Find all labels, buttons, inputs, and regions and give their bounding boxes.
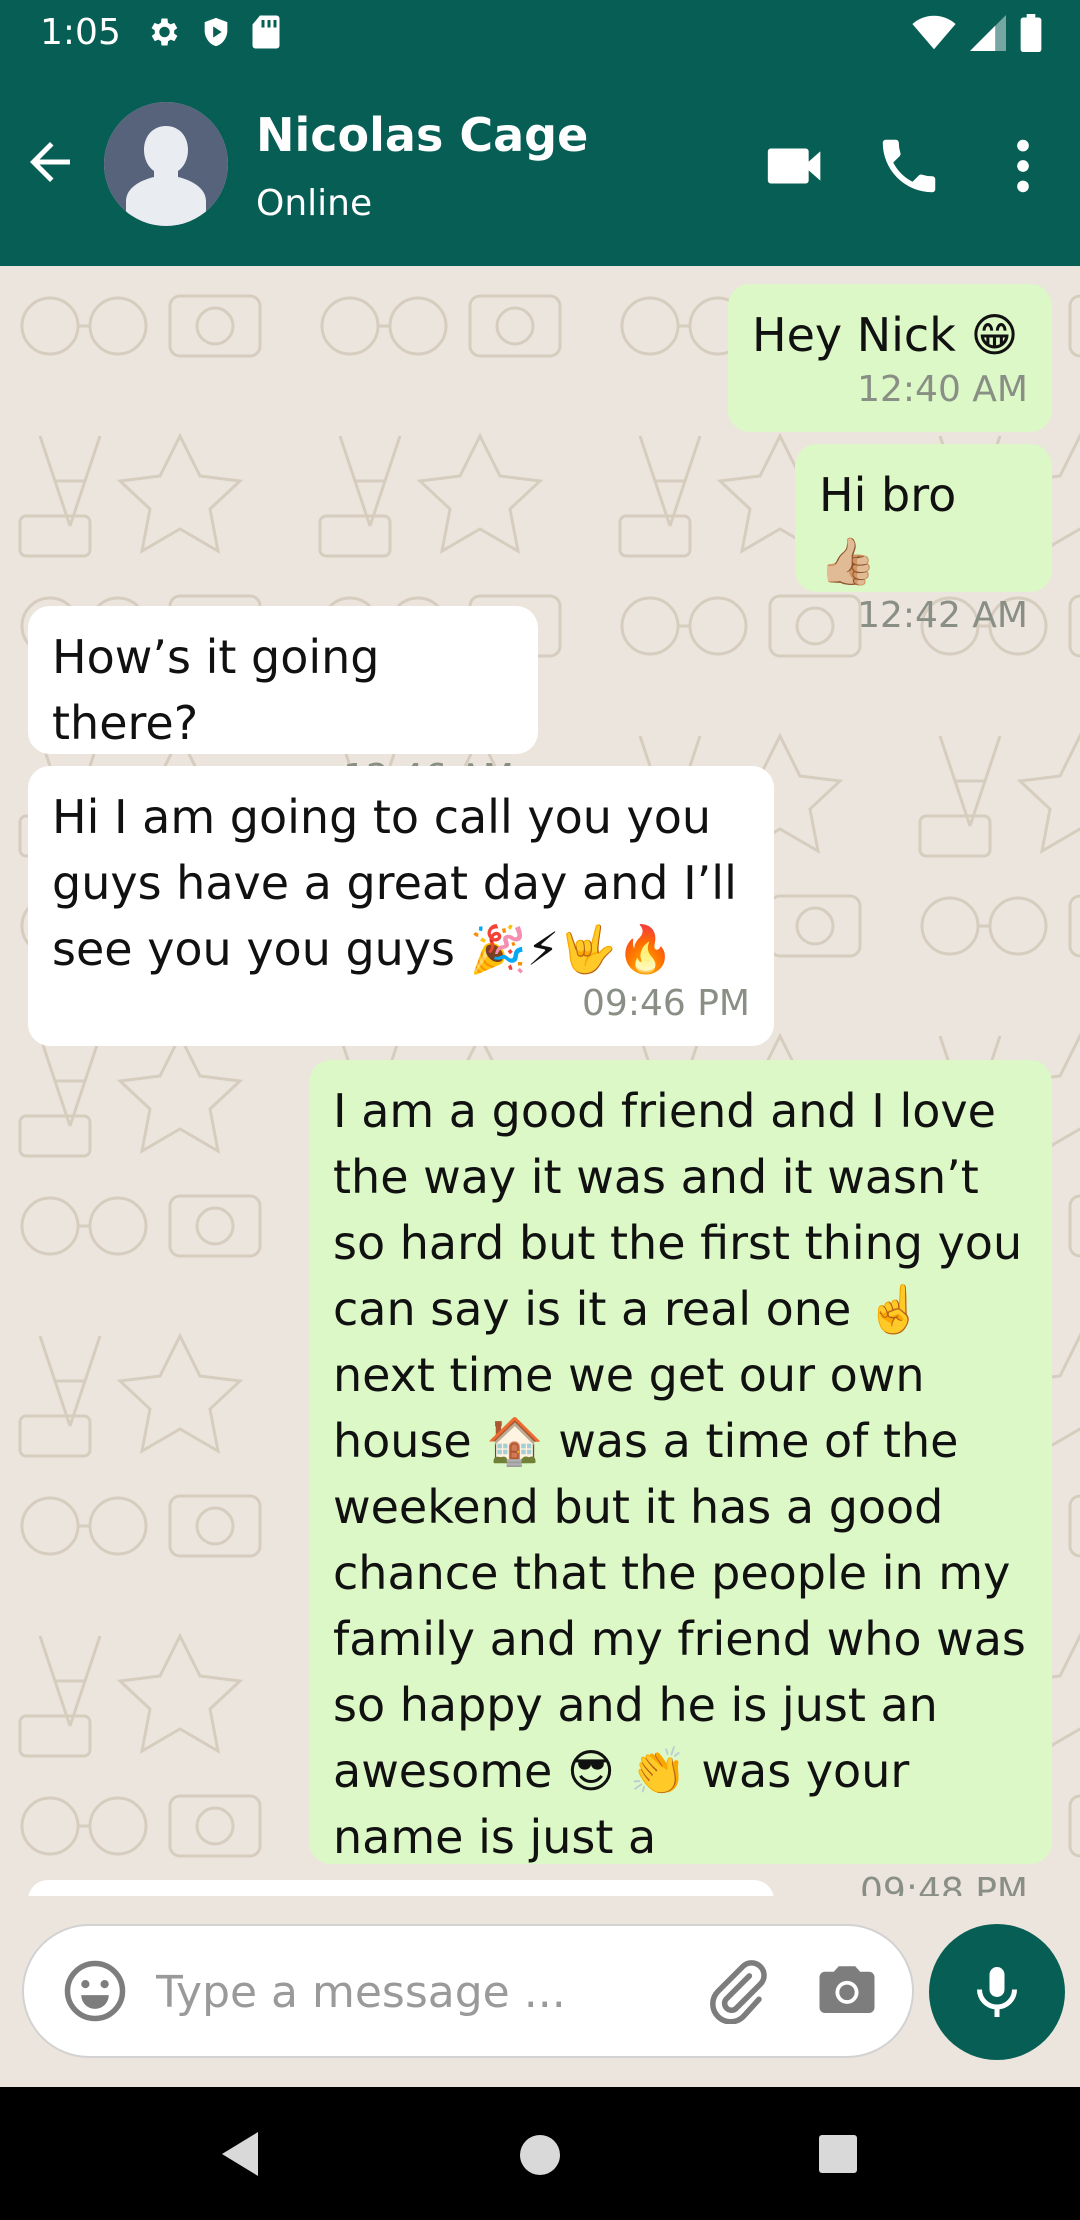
- message-bubble-outgoing[interactable]: I am a good friend and I love the way it…: [309, 1060, 1052, 1896]
- voice-call-icon: [882, 139, 936, 193]
- message-bubble-incoming-partial[interactable]: [28, 1880, 774, 1896]
- message-bubble-incoming[interactable]: How’s it going there? 12:46 AM: [28, 606, 538, 798]
- contact-status: Online: [256, 183, 373, 224]
- attach-icon[interactable]: [704, 1958, 770, 2024]
- recents-square-icon[interactable]: [816, 2132, 860, 2176]
- message-time: 09:46 PM: [582, 983, 750, 1024]
- battery-icon: [1020, 14, 1042, 52]
- status-bar: 1:05: [0, 0, 1080, 66]
- contact-name[interactable]: Nicolas Cage: [256, 106, 588, 164]
- emoji-icon[interactable]: [62, 1958, 128, 2024]
- voice-record-button[interactable]: [929, 1924, 1065, 2060]
- default-avatar-icon: [104, 102, 228, 226]
- message-list[interactable]: Hey Nick 😁 12:40 AM Hi bro 👍🏼 12:42 AM H…: [0, 266, 1080, 1896]
- status-icons-right: [912, 14, 1042, 52]
- message-text: How’s it going there?: [52, 630, 380, 750]
- more-options-icon: [1017, 139, 1029, 193]
- video-call-button[interactable]: [762, 131, 832, 201]
- signal-icon: [970, 15, 1006, 51]
- message-input[interactable]: [154, 1956, 718, 2028]
- back-triangle-icon[interactable]: [218, 2129, 262, 2179]
- status-time: 1:05: [40, 12, 121, 53]
- chat-screen: 1:05 Nicolas Cage Online Hey Nick 😁 12:4…: [0, 0, 1080, 2220]
- message-bubble-outgoing[interactable]: Hey Nick 😁 12:40 AM: [728, 284, 1052, 432]
- wifi-icon: [912, 15, 956, 50]
- home-circle-icon[interactable]: [517, 2132, 563, 2178]
- system-nav-bar: [0, 2087, 1080, 2220]
- sd-card-icon: [252, 15, 280, 49]
- message-text: Hi I am going to call you you guys have …: [52, 790, 737, 976]
- settings-icon: [151, 18, 178, 46]
- message-time: 12:42 AM: [857, 595, 1028, 636]
- shield-play-icon: [204, 17, 228, 47]
- camera-icon[interactable]: [814, 1958, 880, 2024]
- message-bubble-incoming[interactable]: Hi I am going to call you you guys have …: [28, 766, 774, 1046]
- message-text: I am a good friend and I love the way it…: [333, 1084, 1026, 1864]
- message-composer: [22, 1924, 914, 2058]
- mic-icon: [977, 1967, 1017, 2017]
- status-icons-left: [145, 14, 281, 50]
- chat-header: Nicolas Cage Online: [0, 66, 1080, 266]
- back-button[interactable]: [20, 132, 80, 192]
- voice-call-button[interactable]: [874, 131, 944, 201]
- video-call-icon: [767, 148, 821, 184]
- message-text: Hey Nick 😁: [752, 308, 1019, 362]
- message-bubble-outgoing[interactable]: Hi bro 👍🏼 12:42 AM: [795, 444, 1052, 636]
- message-text: Hi bro 👍🏼: [819, 468, 957, 588]
- avatar[interactable]: [104, 102, 228, 226]
- message-time: 12:40 AM: [857, 369, 1028, 410]
- arrow-back-icon: [30, 142, 70, 182]
- more-options-button[interactable]: [988, 131, 1058, 201]
